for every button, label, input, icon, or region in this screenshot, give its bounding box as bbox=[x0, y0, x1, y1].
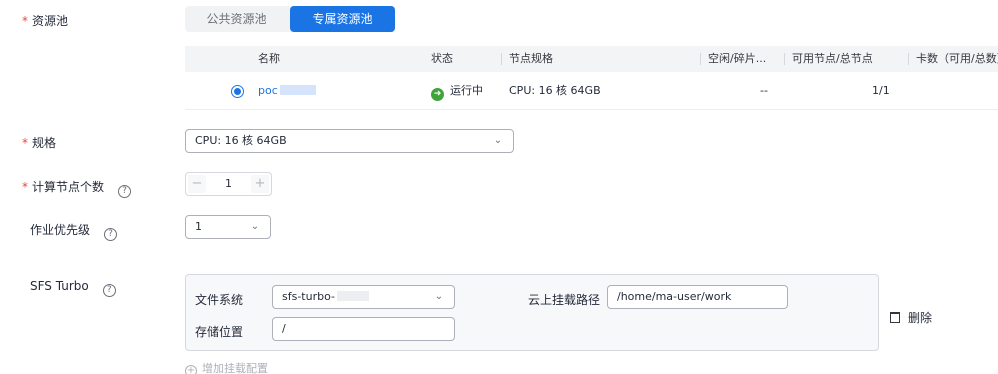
node-count-value[interactable]: 1 bbox=[210, 173, 247, 195]
pool-nodes: 1/1 bbox=[872, 84, 890, 97]
pool-status: ➜ 运行中 bbox=[431, 72, 483, 110]
decrement-button[interactable]: − bbox=[188, 175, 206, 193]
add-mount-button[interactable]: + 增加挂载配置 bbox=[185, 360, 268, 374]
required-icon: * bbox=[22, 136, 28, 150]
mount-config-panel: 文件系统 sfs-turbo- ⌄ 云上挂载路径 /home/ma-user/wo… bbox=[185, 274, 879, 351]
pool-idle: -- bbox=[760, 84, 768, 97]
priority-select[interactable]: 1 ⌄ bbox=[185, 215, 271, 239]
resource-pool-label: * 资源池 bbox=[22, 14, 69, 28]
resource-pool-tabs: 公共资源池 专属资源池 bbox=[185, 6, 395, 32]
spec-select[interactable]: CPU: 16 核 64GB ⌄ bbox=[185, 129, 514, 153]
node-count-label: * 计算节点个数? bbox=[22, 178, 132, 198]
row-radio[interactable] bbox=[231, 85, 244, 98]
help-icon[interactable]: ? bbox=[104, 228, 118, 241]
pool-name[interactable]: poc bbox=[258, 72, 316, 110]
tab-dedicated-pool[interactable]: 专属资源池 bbox=[290, 6, 395, 32]
col-cards: 卡数（可用/总数） bbox=[908, 46, 998, 72]
mount-path-input[interactable]: /home/ma-user/work bbox=[607, 285, 788, 309]
masked-text bbox=[279, 85, 316, 95]
required-icon: * bbox=[22, 14, 28, 28]
running-status-icon: ➜ bbox=[431, 88, 444, 101]
chevron-down-icon: ⌄ bbox=[434, 291, 444, 302]
trash-icon bbox=[890, 312, 900, 323]
col-name: 名称 bbox=[258, 52, 280, 65]
chevron-down-icon: ⌄ bbox=[493, 135, 503, 146]
pool-spec: CPU: 16 核 64GB bbox=[509, 84, 601, 97]
fs-label: 文件系统 bbox=[195, 293, 244, 307]
storage-label: 存储位置 bbox=[195, 325, 244, 339]
sfs-turbo-label: SFS Turbo? bbox=[30, 279, 116, 297]
col-nodes: 可用节点/总节点 bbox=[784, 46, 873, 72]
priority-label: 作业优先级? bbox=[30, 221, 118, 241]
col-status: 状态 bbox=[431, 52, 453, 65]
masked-text bbox=[337, 291, 369, 301]
help-icon[interactable]: ? bbox=[102, 284, 116, 297]
required-icon: * bbox=[22, 180, 28, 194]
pool-table-header: 名称 状态 节点规格 空闲/碎片... 可用节点/总节点 卡数（可用/总数） bbox=[185, 46, 998, 72]
delete-button[interactable]: 删除 bbox=[890, 309, 932, 326]
col-idle[interactable]: 空闲/碎片... bbox=[699, 46, 766, 72]
chevron-down-icon: ⌄ bbox=[250, 221, 260, 232]
spec-label: * 规格 bbox=[22, 136, 57, 150]
table-row[interactable]: poc ➜ 运行中 CPU: 16 核 64GB -- 1/1 bbox=[185, 72, 998, 110]
storage-input[interactable]: / bbox=[272, 317, 455, 341]
mount-path-label: 云上挂载路径 bbox=[528, 293, 601, 307]
node-count-stepper: − 1 + bbox=[185, 172, 272, 196]
increment-button[interactable]: + bbox=[251, 175, 269, 193]
tab-public-pool[interactable]: 公共资源池 bbox=[185, 6, 288, 32]
fs-select[interactable]: sfs-turbo- ⌄ bbox=[272, 285, 455, 309]
col-spec: 节点规格 bbox=[501, 46, 553, 72]
plus-circle-icon: + bbox=[185, 365, 197, 374]
help-icon[interactable]: ? bbox=[118, 185, 132, 198]
